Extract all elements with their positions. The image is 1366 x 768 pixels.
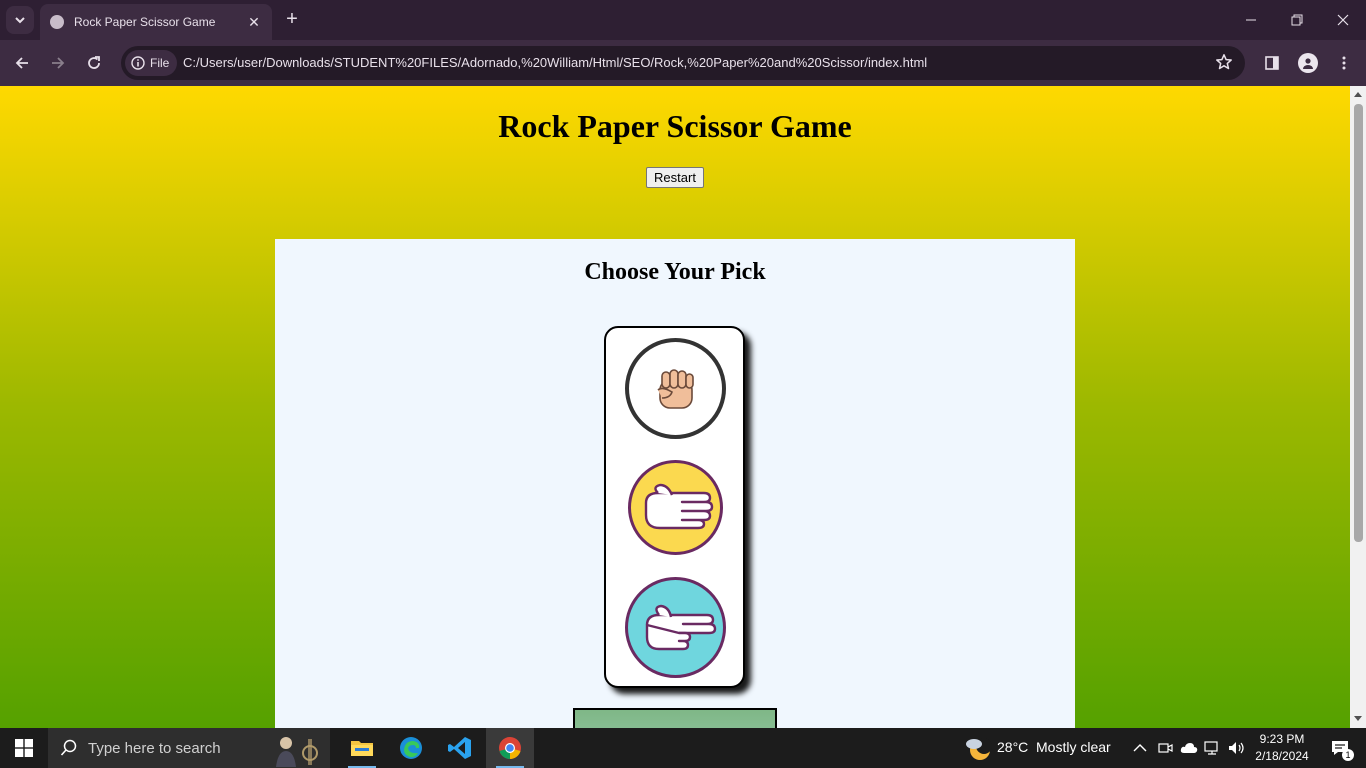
weather-temp[interactable]: 28°C — [997, 739, 1028, 755]
notification-count-badge: 1 — [1342, 749, 1354, 761]
folder-icon — [351, 741, 373, 756]
notification-center-button[interactable]: 1 — [1320, 728, 1360, 768]
minimize-icon — [1246, 19, 1256, 21]
taskbar-chrome[interactable] — [486, 728, 534, 768]
restore-button[interactable] — [1274, 0, 1320, 40]
edge-icon — [400, 737, 422, 759]
windows-taskbar: Type here to search 28°C Mostly clear 9:… — [0, 728, 1366, 768]
restore-icon — [1291, 14, 1303, 26]
choose-heading: Choose Your Pick — [584, 259, 766, 285]
new-tab-button[interactable]: + — [280, 8, 304, 32]
close-icon — [1337, 14, 1349, 26]
paper-choice-button[interactable] — [628, 460, 723, 555]
scroll-up-arrow[interactable] — [1354, 92, 1362, 97]
back-button[interactable] — [8, 49, 36, 77]
url-text[interactable]: C:/Users/user/Downloads/STUDENT%20FILES/… — [183, 55, 927, 70]
chip-label: File — [150, 56, 170, 70]
reload-button[interactable] — [80, 49, 108, 77]
tab-search-button[interactable] — [6, 6, 34, 34]
profile-button[interactable] — [1294, 49, 1322, 77]
onedrive-icon[interactable] — [1180, 740, 1198, 756]
chevron-down-icon — [15, 17, 25, 24]
star-icon — [1216, 54, 1232, 70]
minimize-button[interactable] — [1228, 0, 1274, 40]
taskbar-vscode[interactable] — [436, 728, 484, 768]
search-icon — [60, 739, 77, 756]
page-scrollbar[interactable] — [1350, 86, 1366, 728]
system-clock[interactable]: 9:23 PM 2/18/2024 — [1250, 731, 1314, 765]
close-tab-icon[interactable]: ✕ — [246, 14, 262, 31]
side-panel-button[interactable] — [1258, 49, 1286, 77]
close-window-button[interactable] — [1320, 0, 1366, 40]
scissor-hand-icon — [645, 604, 716, 650]
browser-tab-strip: Rock Paper Scissor Game ✕ + — [0, 0, 1366, 40]
taskbar-search[interactable]: Type here to search — [48, 728, 330, 768]
weather-desc[interactable]: Mostly clear — [1036, 739, 1111, 755]
kebab-menu-icon — [1342, 56, 1346, 70]
vscode-icon — [448, 737, 471, 759]
person-icon — [1303, 58, 1313, 69]
open-hand-icon — [644, 483, 713, 529]
side-panel-icon — [1265, 56, 1279, 70]
menu-button[interactable] — [1330, 49, 1358, 77]
chrome-icon — [499, 737, 521, 759]
tab-title: Rock Paper Scissor Game — [74, 15, 216, 29]
scissor-choice-button[interactable] — [625, 577, 726, 678]
clock-time: 9:23 PM — [1259, 732, 1305, 746]
active-tab[interactable]: Rock Paper Scissor Game ✕ — [40, 4, 272, 40]
chevron-up-icon[interactable] — [1133, 742, 1147, 754]
volume-icon[interactable] — [1228, 740, 1246, 756]
arrow-right-icon — [52, 57, 65, 69]
network-icon[interactable] — [1204, 740, 1222, 756]
windows-icon — [15, 739, 33, 757]
page-title: Rock Paper Scissor Game — [498, 108, 852, 144]
site-info-chip[interactable]: File — [125, 50, 178, 76]
start-button[interactable] — [0, 728, 48, 768]
rock-choice-button[interactable] — [625, 338, 726, 439]
search-placeholder: Type here to search — [88, 739, 221, 757]
weather-moon-icon — [966, 738, 992, 760]
scroll-thumb[interactable] — [1354, 104, 1363, 542]
game-panel: Choose Your Pick — [275, 239, 1075, 728]
avatar — [1298, 53, 1318, 73]
result-box — [573, 708, 777, 728]
arrow-left-icon — [15, 57, 28, 69]
forward-button[interactable] — [44, 49, 72, 77]
page-viewport: Rock Paper Scissor Game Restart Choose Y… — [0, 86, 1350, 728]
restart-button[interactable]: Restart — [646, 167, 704, 188]
scroll-down-arrow[interactable] — [1354, 716, 1362, 721]
meet-now-icon[interactable] — [1157, 740, 1173, 756]
fist-icon — [656, 368, 694, 409]
search-highlight-icon — [268, 735, 326, 767]
bookmark-star-button[interactable] — [1215, 53, 1233, 76]
address-bar[interactable]: File C:/Users/user/Downloads/STUDENT%20F… — [121, 46, 1245, 80]
info-icon — [131, 56, 145, 70]
browser-toolbar: File C:/Users/user/Downloads/STUDENT%20F… — [0, 40, 1366, 86]
globe-icon — [50, 15, 64, 29]
taskbar-edge[interactable] — [387, 728, 435, 768]
reload-icon — [88, 56, 100, 69]
choice-container — [604, 326, 745, 688]
clock-date: 2/18/2024 — [1255, 749, 1309, 763]
taskbar-file-explorer[interactable] — [338, 728, 386, 768]
